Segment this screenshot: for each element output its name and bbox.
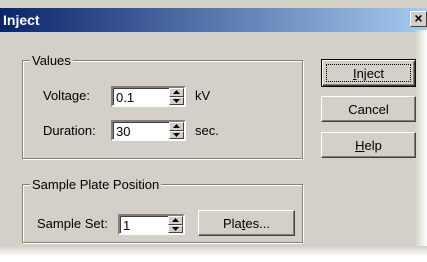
spin-up-arrow-icon[interactable]: [169, 88, 184, 97]
inject-label-rest: nject: [356, 66, 385, 81]
voltage-unit: kV: [195, 88, 211, 103]
cancel-button[interactable]: Cancel: [321, 96, 416, 122]
voltage-label: Voltage:: [43, 88, 90, 103]
plates-label-post: es...: [245, 216, 270, 231]
duration-input[interactable]: 30: [116, 124, 130, 139]
plates-label-pre: Pla: [223, 216, 242, 231]
close-icon[interactable]: ×: [410, 11, 427, 27]
values-legend: Values: [30, 53, 73, 68]
window-title: Inject: [3, 12, 40, 28]
voltage-spinbox[interactable]: 0.1: [111, 86, 186, 107]
voltage-input[interactable]: 0.1: [116, 90, 134, 105]
plates-button-label: Plates...: [199, 216, 294, 231]
sample-set-spin-buttons: [168, 216, 183, 233]
sample-plate-position-legend: Sample Plate Position: [30, 177, 162, 192]
title-bar[interactable]: Inject ×: [0, 8, 427, 32]
inject-dialog: Inject × Values Voltage: 0.1 kV Duration…: [0, 0, 427, 256]
help-button[interactable]: Help: [321, 132, 416, 158]
duration-spin-buttons: [169, 122, 184, 139]
sample-set-spinbox[interactable]: 1: [118, 214, 185, 235]
spin-down-arrow-icon[interactable]: [169, 131, 184, 139]
spin-up-arrow-icon[interactable]: [169, 122, 184, 131]
edge-fade-right: [415, 30, 427, 256]
sample-set-input[interactable]: 1: [123, 218, 130, 233]
values-group: Values: [22, 53, 303, 159]
duration-spinbox[interactable]: 30: [111, 120, 186, 141]
inject-button[interactable]: Inject: [321, 59, 416, 87]
duration-label: Duration:: [43, 123, 96, 138]
help-label-rest: elp: [364, 138, 382, 153]
spin-down-arrow-icon[interactable]: [169, 97, 184, 105]
spin-up-arrow-icon[interactable]: [168, 216, 183, 225]
duration-unit: sec.: [195, 123, 219, 138]
sample-set-label: Sample Set:: [37, 216, 108, 231]
plates-button[interactable]: Plates...: [198, 210, 295, 236]
spin-down-arrow-icon[interactable]: [168, 225, 183, 233]
help-button-label: Help: [322, 138, 415, 153]
voltage-spin-buttons: [169, 88, 184, 105]
help-label-mnemonic: H: [355, 138, 365, 153]
inject-button-label: Inject: [322, 66, 415, 81]
edge-fade-bottom: [0, 246, 427, 256]
cancel-button-label: Cancel: [348, 102, 389, 117]
